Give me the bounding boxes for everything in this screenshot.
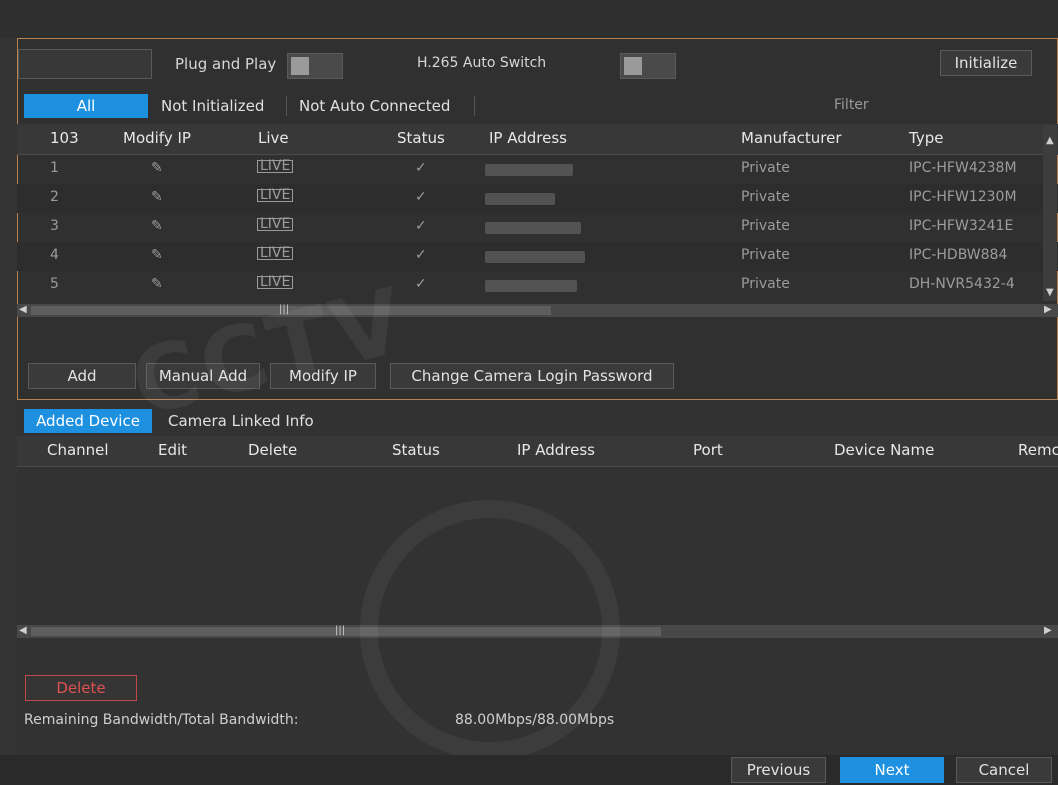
tab-camera-linked-info[interactable]: Camera Linked Info (168, 409, 314, 433)
col-edit: Edit (158, 441, 188, 459)
scroll-up-icon[interactable]: ▲ (1046, 135, 1054, 146)
col-ip-address: IP Address (517, 441, 595, 459)
table-row[interactable]: 5 ✎ LIVE ✓ Private DH-NVR5432-4 (17, 271, 1058, 300)
toggle-knob (291, 57, 309, 75)
edit-pencil-icon[interactable]: ✎ (151, 247, 163, 263)
live-icon[interactable]: LIVE (257, 246, 294, 260)
device-type: IPC-HFW3241E (909, 218, 1014, 234)
row-number: 2 (50, 189, 59, 205)
scroll-left-icon[interactable]: ◀ (19, 625, 27, 636)
manufacturer: Private (741, 218, 790, 234)
horizontal-scrollbar[interactable]: ◀ ||| ▶ (17, 304, 1058, 317)
added-device-table: Channel Edit Delete Status IP Address Po… (17, 436, 1058, 646)
edit-pencil-icon[interactable]: ✎ (151, 160, 163, 176)
col-status: Status (397, 129, 445, 147)
tab-divider (286, 96, 287, 116)
search-box[interactable] (18, 49, 152, 79)
title-strip (0, 0, 1058, 38)
scroll-grip-icon: ||| (335, 625, 346, 636)
col-channel: Channel (47, 441, 109, 459)
device-type: IPC-HDBW884 (909, 247, 1008, 263)
edit-pencil-icon[interactable]: ✎ (151, 276, 163, 292)
manufacturer: Private (741, 276, 790, 292)
tab-all[interactable]: All (24, 94, 148, 118)
col-remote: Remc (1018, 441, 1058, 459)
col-modify-ip: Modify IP (123, 129, 191, 147)
status-ok-icon: ✓ (415, 276, 427, 292)
cancel-button[interactable]: Cancel (956, 757, 1052, 783)
plug-and-play-label: Plug and Play (175, 55, 277, 73)
change-camera-password-button[interactable]: Change Camera Login Password (390, 363, 674, 389)
scroll-left-icon[interactable]: ◀ (19, 304, 27, 315)
col-ip-address: IP Address (489, 129, 567, 147)
tab-added-device[interactable]: Added Device (24, 409, 152, 433)
vertical-scrollbar[interactable]: ▲ ▼ (1043, 125, 1057, 301)
ip-address-blurred (485, 193, 555, 205)
ip-address-blurred (485, 280, 577, 292)
device-type: IPC-HFW4238M (909, 160, 1017, 176)
manufacturer: Private (741, 247, 790, 263)
ip-address-blurred (485, 251, 585, 263)
ip-address-blurred (485, 222, 581, 234)
h265-auto-switch-toggle[interactable] (620, 53, 676, 79)
ip-address-blurred (485, 164, 573, 176)
col-status: Status (392, 441, 440, 459)
tab-not-auto-connected[interactable]: Not Auto Connected (299, 94, 450, 118)
modify-ip-button[interactable]: Modify IP (270, 363, 376, 389)
scroll-grip-icon: ||| (279, 304, 290, 315)
table-row[interactable]: 4 ✎ LIVE ✓ Private IPC-HDBW884 (17, 242, 1058, 271)
discovered-device-table: 103 Modify IP Live Status IP Address Man… (17, 124, 1058, 319)
manufacturer: Private (741, 160, 790, 176)
live-icon[interactable]: LIVE (257, 275, 294, 289)
bandwidth-label: Remaining Bandwidth/Total Bandwidth: (24, 712, 299, 728)
scroll-thumb[interactable] (31, 306, 551, 315)
row-number: 4 (50, 247, 59, 263)
row-number: 5 (50, 276, 59, 292)
status-ok-icon: ✓ (415, 247, 427, 263)
device-type: DH-NVR5432-4 (909, 276, 1015, 292)
manual-add-button[interactable]: Manual Add (146, 363, 260, 389)
h265-auto-switch-label: H.265 Auto Switch (417, 55, 547, 71)
col-device-name: Device Name (834, 441, 935, 459)
tab-not-initialized[interactable]: Not Initialized (161, 94, 264, 118)
tab-divider (474, 96, 475, 116)
scroll-right-icon[interactable]: ▶ (1044, 304, 1052, 315)
bandwidth-value: 88.00Mbps/88.00Mbps (455, 712, 615, 728)
col-manufacturer: Manufacturer (741, 129, 842, 147)
table-header: 103 Modify IP Live Status IP Address Man… (17, 124, 1058, 155)
manufacturer: Private (741, 189, 790, 205)
status-ok-icon: ✓ (415, 218, 427, 234)
live-icon[interactable]: LIVE (257, 217, 294, 231)
device-type: IPC-HFW1230M (909, 189, 1017, 205)
row-number: 3 (50, 218, 59, 234)
status-ok-icon: ✓ (415, 189, 427, 205)
col-delete: Delete (248, 441, 298, 459)
horizontal-scrollbar[interactable]: ◀ ||| ▶ (17, 625, 1058, 638)
col-live: Live (258, 129, 289, 147)
initialize-button[interactable]: Initialize (940, 50, 1032, 76)
status-ok-icon: ✓ (415, 160, 427, 176)
table-row[interactable]: 2 ✎ LIVE ✓ Private IPC-HFW1230M (17, 184, 1058, 213)
toggle-knob (624, 57, 642, 75)
scroll-thumb[interactable] (31, 627, 661, 636)
scroll-down-icon[interactable]: ▼ (1046, 287, 1054, 298)
delete-button[interactable]: Delete (25, 675, 137, 701)
table-row[interactable]: 3 ✎ LIVE ✓ Private IPC-HFW3241E (17, 213, 1058, 242)
plug-and-play-toggle[interactable] (287, 53, 343, 79)
edit-pencil-icon[interactable]: ✎ (151, 189, 163, 205)
col-type: Type (909, 129, 944, 147)
live-icon[interactable]: LIVE (257, 159, 294, 173)
table-header: Channel Edit Delete Status IP Address Po… (17, 436, 1058, 467)
filter-label[interactable]: Filter (834, 97, 869, 113)
scroll-right-icon[interactable]: ▶ (1044, 625, 1052, 636)
col-count: 103 (50, 129, 79, 147)
next-button[interactable]: Next (840, 757, 944, 783)
add-button[interactable]: Add (28, 363, 136, 389)
row-number: 1 (50, 160, 59, 176)
edit-pencil-icon[interactable]: ✎ (151, 218, 163, 234)
previous-button[interactable]: Previous (731, 757, 826, 783)
live-icon[interactable]: LIVE (257, 188, 294, 202)
table-row[interactable]: 1 ✎ LIVE ✓ Private IPC-HFW4238M (17, 155, 1058, 184)
col-port: Port (693, 441, 723, 459)
